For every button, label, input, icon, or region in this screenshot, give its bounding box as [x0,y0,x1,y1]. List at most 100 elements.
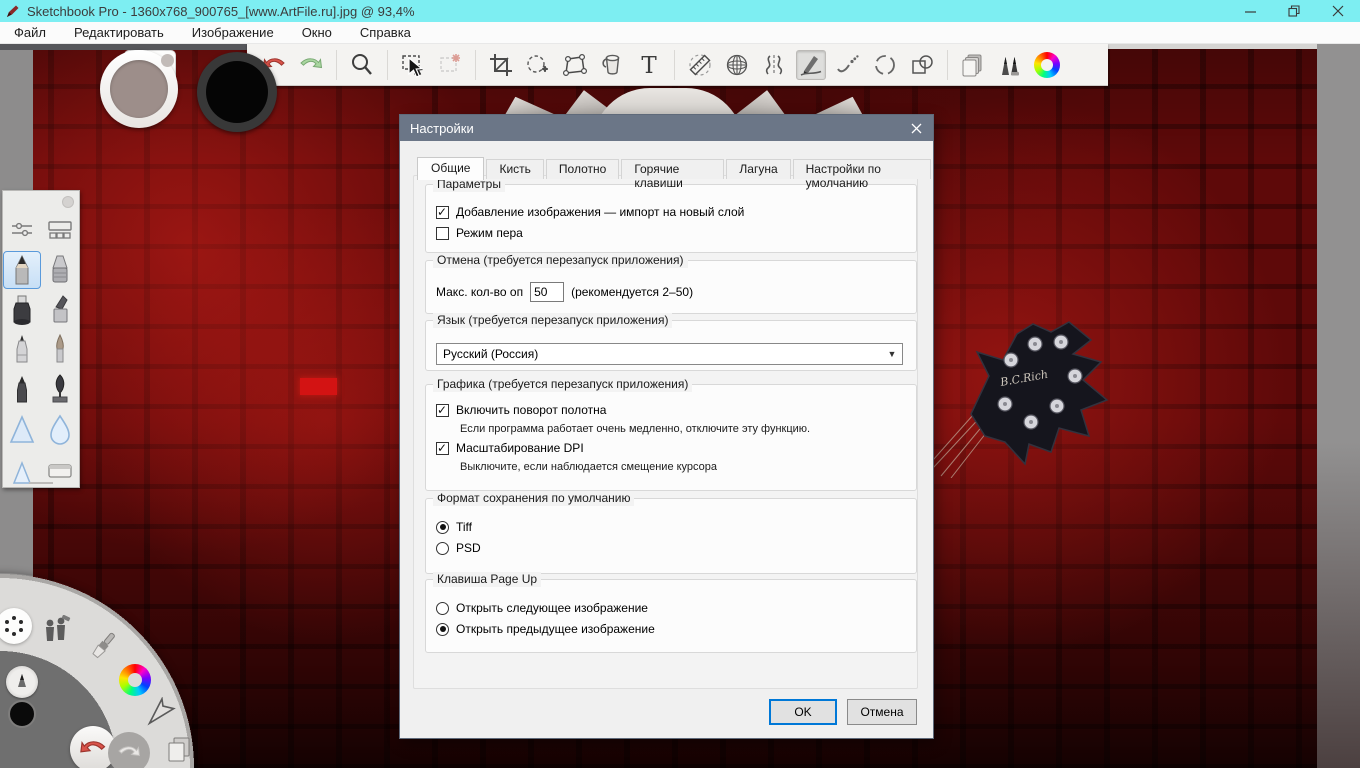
tab-brush[interactable]: Кисть [486,159,544,179]
brush-library-icon[interactable] [995,50,1025,80]
layer-editor-icon[interactable] [958,50,988,80]
panel-grip-icon[interactable] [62,196,74,208]
application-window: Sketchbook Pro - 1360x768_900765_[www.Ar… [0,0,1360,768]
radio-icon[interactable] [436,520,449,534]
close-button[interactable] [1316,0,1360,22]
tab-canvas[interactable]: Полотно [545,159,620,179]
calligraphy-pen-tool[interactable] [41,371,79,409]
toolbar-separator [947,49,948,80]
group-page-up-key: Клавиша Page Up Открыть следующее изобра… [425,572,917,653]
settings-tabs: Общие Кисть Полотно Горячие клавиши Лагу… [417,156,933,190]
color-wheel-icon[interactable] [1032,50,1062,80]
window-titlebar[interactable]: Sketchbook Pro - 1360x768_900765_[www.Ar… [0,0,1360,22]
restore-button[interactable] [1272,0,1316,22]
distort-transform-icon[interactable] [560,50,590,80]
cancel-button[interactable]: Отмена [847,699,917,725]
menu-image[interactable]: Изображение [178,22,288,43]
layers-icon[interactable] [164,734,194,766]
menu-window[interactable]: Окно [288,22,346,43]
panel-resize-handle[interactable] [29,482,53,484]
brush-puck-icon[interactable] [6,666,38,698]
predictive-stroke-icon[interactable] [833,50,863,80]
app-pencil-icon [7,5,19,17]
tab-general[interactable]: Общие [417,157,485,180]
checkbox-import-to-new-layer[interactable]: Добавление изображения — импорт на новый… [436,205,916,219]
radio-icon[interactable] [436,622,449,636]
perspective-guide-icon[interactable] [722,50,752,80]
radio-open-previous-image[interactable]: Открыть предыдущее изображение [436,622,916,636]
group-language: Язык (требуется перезапуск приложения) Р… [425,313,917,371]
menu-help[interactable]: Справка [346,22,425,43]
dialog-title: Настройки [410,120,474,136]
group-parameters: Параметры Добавление изображения — импор… [425,177,917,253]
checkbox-icon[interactable] [436,226,449,240]
pasteboard-right-strip [1317,44,1360,768]
tab-factory-defaults[interactable]: Настройки по умолчанию [792,159,931,190]
toolbar-separator [336,49,337,80]
dialog-titlebar[interactable]: Настройки [400,115,933,141]
blend-drop-tool[interactable] [41,411,79,449]
guitar-headstock-image: B.C.Rich [933,321,1109,478]
deselect-icon[interactable] [435,50,465,80]
stroke-stabilizer-icon[interactable] [796,49,826,80]
checkbox-icon[interactable] [436,441,449,455]
move-selection-icon[interactable] [523,50,553,80]
tab-lagoon[interactable]: Лагуна [726,159,791,179]
toolbar-separator [475,49,476,80]
checkbox-dpi-scaling[interactable]: Масштабирование DPI [436,441,916,455]
brush-palette-icon[interactable] [86,628,122,664]
pasteboard-top-strip-right [1108,44,1317,49]
edit-tools-icon[interactable] [40,614,72,648]
tab-hotkeys[interactable]: Горячие клавиши [621,159,725,190]
ruler-icon[interactable] [685,50,715,80]
symmetry-icon[interactable] [759,50,789,80]
radio-open-next-image[interactable]: Открыть следующее изображение [436,601,916,615]
main-toolbar: T [247,44,1108,86]
shape-tool-icon[interactable] [907,50,937,80]
dialog-close-icon[interactable] [899,115,933,141]
ok-button[interactable]: OK [769,699,837,725]
chisel-marker-tool[interactable] [41,291,79,329]
radio-tiff[interactable]: Tiff [436,520,916,534]
redo-button[interactable] [108,732,150,768]
cursor-tools-icon[interactable] [146,696,178,730]
checkbox-pen-mode[interactable]: Режим пера [436,226,916,240]
max-undo-input[interactable] [530,282,565,302]
minimize-button[interactable] [1228,0,1272,22]
text-tool-icon[interactable]: T [634,50,664,80]
checkbox-canvas-rotation[interactable]: Включить поворот полотна [436,403,916,417]
radio-icon[interactable] [436,601,449,615]
redo-icon[interactable] [296,50,326,80]
ink-pen-tool[interactable] [3,291,41,329]
brush-sets-icon[interactable] [47,220,73,245]
color-puck-icon[interactable] [8,700,36,728]
radio-icon[interactable] [436,541,449,555]
menu-file[interactable]: Файл [0,22,60,43]
language-select[interactable]: Русский (Россия) ▼ [436,343,903,365]
current-color-puck[interactable] [197,52,277,132]
group-save-format: Формат сохранения по умолчанию Tiff PSD [425,491,917,574]
settings-dialog: Настройки Общие Кисть Полотно Горячие кл… [400,115,933,738]
brush-settings-icon[interactable] [10,220,34,245]
max-undo-label: Макс. кол-во оп [436,285,524,299]
checkbox-icon[interactable] [436,205,449,219]
radio-psd[interactable]: PSD [436,541,916,555]
color-wheel-icon[interactable] [119,664,151,696]
zoom-icon[interactable] [347,50,377,80]
paintbrush-tool[interactable] [41,331,79,369]
brush-size-puck[interactable] [100,50,178,128]
pencil-tool[interactable] [3,251,41,289]
ellipse-guide-icon[interactable] [870,50,900,80]
crop-icon[interactable] [486,50,516,80]
canvas[interactable]: B.C.Rich T Настройки Общие Кисть Полотно… [0,44,1360,768]
smear-tool[interactable] [3,411,41,449]
checkbox-icon[interactable] [436,403,449,417]
felt-marker-tool[interactable] [3,371,41,409]
menu-edit[interactable]: Редактировать [60,22,178,43]
chevron-down-icon: ▼ [887,349,897,359]
airbrush-tool[interactable] [41,251,79,289]
window-title: Sketchbook Pro - 1360x768_900765_[www.Ar… [27,3,415,19]
ballpoint-pen-tool[interactable] [3,331,41,369]
toolbar-separator [387,49,388,80]
fill-icon[interactable] [597,50,627,80]
